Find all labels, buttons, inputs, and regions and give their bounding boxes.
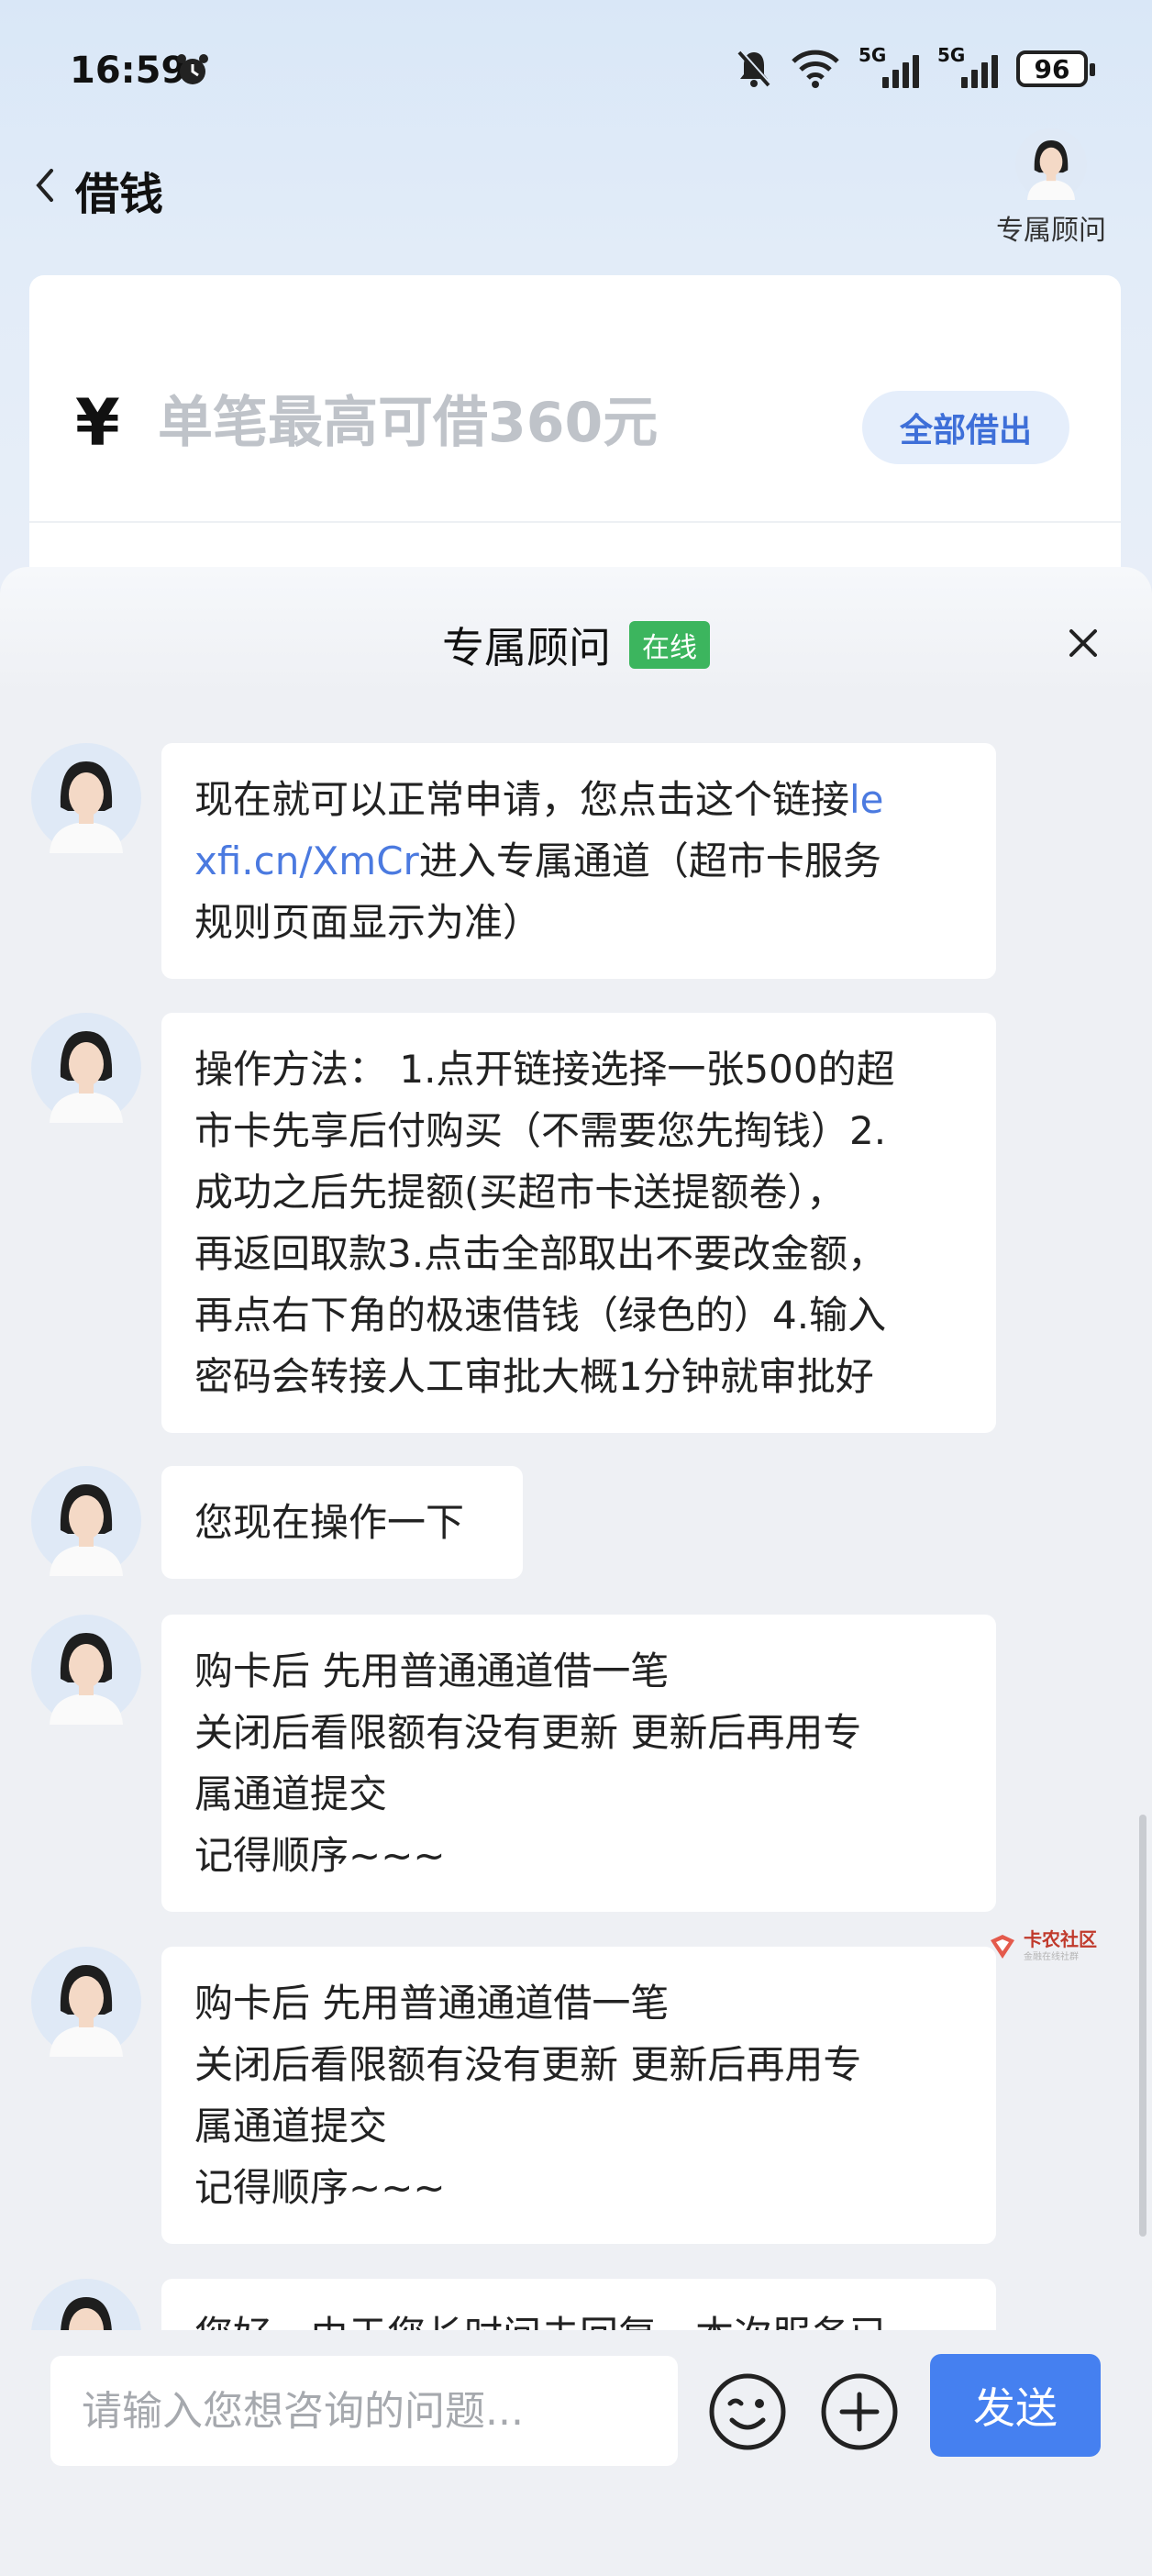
advisor-chat-panel: 专属顾问 在线 现在就可以正常申请，您点击这个链接le xfi.cn/XmCr进入… xyxy=(0,567,1152,2576)
add-icon[interactable] xyxy=(820,2372,899,2451)
message-bubble: 购卡后 先用普通通道借一笔关闭后看限额有没有更新 更新后再用专 属通道提交记得顺序… xyxy=(161,1947,996,2244)
message-line: 购卡后 先用普通通道借一笔 xyxy=(194,1972,963,2034)
message-text: 再点右下角的极速借钱（绿色的）4.输入 xyxy=(194,1293,887,1338)
advisor-button[interactable]: 专属顾问 xyxy=(987,128,1115,248)
advisor-avatar xyxy=(31,1615,141,1725)
chat-header: 专属顾问 在线 xyxy=(0,567,1152,695)
message-text: 关闭后看限额有没有更新 更新后再用专 xyxy=(194,2042,862,2087)
message-text: 进入专属通道（超市卡服务 xyxy=(418,838,881,883)
status-bar: 16:59 5G 5G 96 xyxy=(0,0,1152,138)
loan-amount-card: ¥ 全部借出 xyxy=(29,275,1121,587)
advisor-avatar xyxy=(1015,128,1087,200)
message-line: 购卡后 先用普通通道借一笔 xyxy=(194,1640,963,1702)
chat-title: 专属顾问 xyxy=(442,623,611,672)
emoji-icon[interactable] xyxy=(708,2372,787,2451)
scrollbar[interactable] xyxy=(1139,1815,1146,2237)
message-line: xfi.cn/XmCr进入专属通道（超市卡服务 xyxy=(194,830,963,892)
amount-input[interactable] xyxy=(158,391,800,455)
message-line: 现在就可以正常申请，您点击这个链接le xyxy=(194,769,963,830)
borrow-all-button[interactable]: 全部借出 xyxy=(862,391,1069,464)
message-text: 关闭后看限额有没有更新 更新后再用专 xyxy=(194,1710,862,1755)
currency-symbol: ¥ xyxy=(75,385,120,461)
message-text: 规则页面显示为准） xyxy=(194,900,542,945)
message-link[interactable]: le xyxy=(849,777,884,822)
battery-level: 96 xyxy=(1034,53,1070,84)
message-line: 成功之后先提额(买超市卡送提额卷）， xyxy=(194,1161,963,1223)
message-line: 规则页面显示为准） xyxy=(194,892,963,953)
alarm-icon xyxy=(177,54,208,84)
message-line: 关闭后看限额有没有更新 更新后再用专 xyxy=(194,1702,963,1763)
signal-5g-icon: 5G xyxy=(937,44,998,88)
message-text: 您好，由于您长时间未回复，本次服务已 xyxy=(194,2313,888,2330)
watermark-text: 卡农社区 xyxy=(1024,1928,1097,1950)
message-line: 市卡先享后付购买（不需要您先掏钱）2. xyxy=(194,1100,963,1161)
message-bubble: 您好，由于您长时间未回复，本次服务已 xyxy=(161,2279,996,2330)
mute-bell-icon xyxy=(737,50,771,87)
signal-label: 5G xyxy=(937,44,966,66)
page-title: 借钱 xyxy=(75,169,164,220)
message-text: 属通道提交 xyxy=(194,2104,388,2149)
message-text: 成功之后先提额(买超市卡送提额卷）， xyxy=(194,1170,846,1215)
app-header: 借钱 专属顾问 xyxy=(0,128,1152,257)
message-list[interactable]: 现在就可以正常申请，您点击这个链接le xfi.cn/XmCr进入专属通道（超市卡… xyxy=(0,705,1152,2330)
message-line: 再返回取款3.点击全部取出不要改金额， xyxy=(194,1223,963,1284)
advisor-avatar xyxy=(31,1947,141,2057)
message-text: 记得顺序~~~ xyxy=(194,1833,446,1878)
advisor-avatar xyxy=(31,1013,141,1123)
advisor-label: 专属顾问 xyxy=(996,215,1106,247)
message-text: 密码会转接人工审批大概1分钟就审批好 xyxy=(194,1354,874,1399)
send-button[interactable]: 发送 xyxy=(930,2354,1101,2457)
battery-icon: 96 xyxy=(1016,50,1095,87)
online-status-badge: 在线 xyxy=(629,621,710,669)
message-text: 记得顺序~~~ xyxy=(194,2165,446,2210)
watermark-logo-icon xyxy=(991,1934,1014,1959)
message-line: 密码会转接人工审批大概1分钟就审批好 xyxy=(194,1346,963,1407)
message-line: 您现在操作一下 xyxy=(194,1492,490,1553)
question-input[interactable] xyxy=(50,2356,678,2466)
wifi-icon xyxy=(792,50,839,88)
message-line: 再点右下角的极速借钱（绿色的）4.输入 xyxy=(194,1284,963,1346)
message-line: 记得顺序~~~ xyxy=(194,1825,963,1886)
message-text: 操作方法： 1.点开链接选择一张500的超 xyxy=(194,1047,895,1092)
message-bubble: 现在就可以正常申请，您点击这个链接le xfi.cn/XmCr进入专属通道（超市卡… xyxy=(161,743,996,979)
message-text: 购卡后 先用普通通道借一笔 xyxy=(194,1649,670,1693)
status-time: 16:59 xyxy=(70,50,187,92)
message-bubble: 操作方法： 1.点开链接选择一张500的超 市卡先享后付购买（不需要您先掏钱）2.… xyxy=(161,1013,996,1433)
input-bar: 发送 xyxy=(0,2330,1152,2576)
message-line: 关闭后看限额有没有更新 更新后再用专 xyxy=(194,2034,963,2095)
message-text: 属通道提交 xyxy=(194,1771,388,1816)
message-line: 操作方法： 1.点开链接选择一张500的超 xyxy=(194,1038,963,1100)
close-icon[interactable] xyxy=(1060,620,1106,666)
message-text: 购卡后 先用普通通道借一笔 xyxy=(194,1981,670,2026)
message-line: 属通道提交 xyxy=(194,2095,963,2157)
message-text: 市卡先享后付购买（不需要您先掏钱）2. xyxy=(194,1108,887,1153)
advisor-avatar xyxy=(31,743,141,853)
message-bubble: 您现在操作一下 xyxy=(161,1466,523,1579)
signal-label: 5G xyxy=(858,44,887,66)
signal-5g-icon: 5G xyxy=(858,44,919,88)
message-text: 您现在操作一下 xyxy=(194,1500,465,1545)
message-link[interactable]: xfi.cn/XmCr xyxy=(194,838,419,883)
message-bubble: 购卡后 先用普通通道借一笔关闭后看限额有没有更新 更新后再用专 属通道提交记得顺序… xyxy=(161,1615,996,1912)
message-line: 属通道提交 xyxy=(194,1763,963,1825)
advisor-avatar xyxy=(31,2279,141,2330)
message-line: 您好，由于您长时间未回复，本次服务已 xyxy=(194,2304,963,2330)
back-arrow-icon[interactable] xyxy=(28,158,64,213)
watermark-subtext: 金融在线社群 xyxy=(1024,1952,1079,1962)
advisor-avatar xyxy=(31,1466,141,1576)
divider xyxy=(29,521,1121,523)
watermark: 卡农社区 金融在线社群 xyxy=(987,1930,1097,1962)
message-text: 再返回取款3.点击全部取出不要改金额， xyxy=(194,1231,887,1276)
message-text: 现在就可以正常申请，您点击这个链接 xyxy=(194,777,850,822)
message-line: 记得顺序~~~ xyxy=(194,2157,963,2218)
